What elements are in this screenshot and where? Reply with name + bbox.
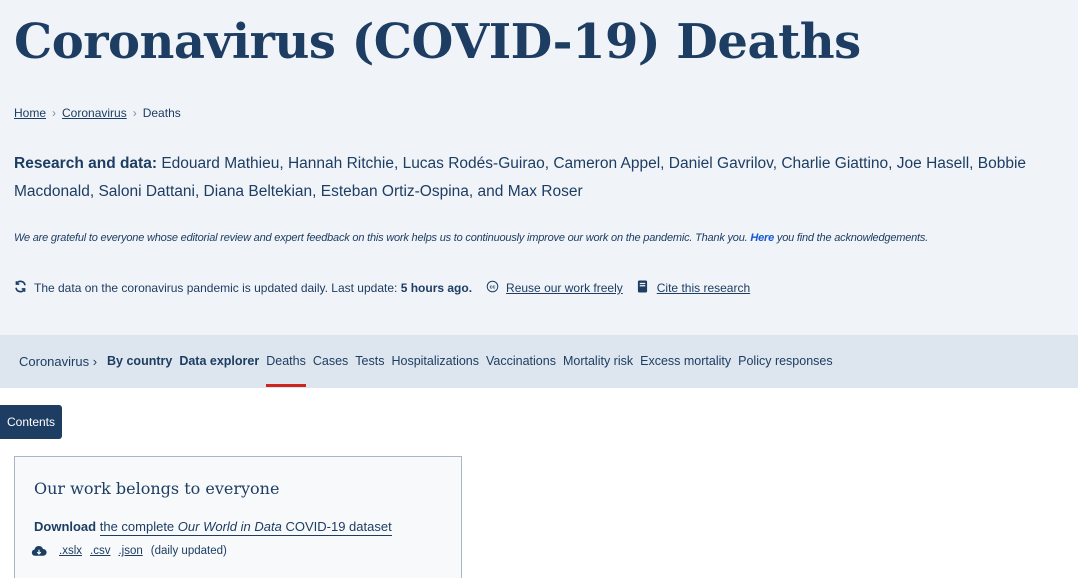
download-json-link[interactable]: .json bbox=[118, 545, 142, 557]
download-card: Our work belongs to everyone Download th… bbox=[14, 456, 462, 578]
authors-names: Edouard Mathieu, Hannah Ritchie, Lucas R… bbox=[14, 155, 1027, 200]
page-title: Coronavirus (COVID-19) Deaths bbox=[14, 14, 861, 70]
dataset-link-text: the complete bbox=[99, 519, 175, 534]
breadcrumb-current: Deaths bbox=[142, 106, 181, 120]
update-bar: The data on the coronavirus pandemic is … bbox=[14, 280, 750, 296]
dataset-link-italic: Our World in Data bbox=[177, 519, 282, 534]
acknowledgement-note: We are grateful to everyone whose editor… bbox=[14, 232, 928, 244]
acknowledgement-text-after: you find the acknowledgements. bbox=[776, 232, 929, 244]
dataset-link-text-after: COVID-19 dataset bbox=[285, 519, 392, 534]
acknowledgement-text: We are grateful to everyone whose editor… bbox=[14, 232, 748, 244]
acknowledgement-link[interactable]: Here bbox=[750, 232, 774, 244]
refresh-icon bbox=[14, 280, 28, 296]
subnav-item-vaccinations[interactable]: Vaccinations bbox=[486, 354, 556, 369]
subnav-item-hospitalizations[interactable]: Hospitalizations bbox=[391, 354, 479, 369]
reuse-link[interactable]: Reuse our work freely bbox=[506, 281, 623, 295]
creative-commons-icon: cc bbox=[486, 280, 500, 296]
download-line: Download the complete Our World in Data … bbox=[34, 519, 392, 536]
download-xslx-link[interactable]: .xslx bbox=[59, 545, 82, 557]
subnav-item-cases[interactable]: Cases bbox=[313, 354, 348, 369]
contents-button[interactable]: Contents bbox=[0, 405, 62, 439]
update-time: 5 hours ago. bbox=[400, 281, 473, 295]
authors-line: Research and data: Edouard Mathieu, Hann… bbox=[14, 150, 1078, 206]
subnav-item-policy-responses[interactable]: Policy responses bbox=[738, 354, 833, 369]
daily-updated-note: (daily updated) bbox=[150, 545, 227, 557]
cite-link[interactable]: Cite this research bbox=[657, 281, 750, 295]
subnav-root-link[interactable]: Coronavirus › bbox=[19, 354, 97, 369]
breadcrumb-home-link[interactable]: Home bbox=[14, 106, 46, 120]
svg-text:cc: cc bbox=[490, 285, 496, 291]
subnav-items: Coronavirus › By country Data explorer D… bbox=[19, 354, 840, 387]
subnav-item-mortality-risk[interactable]: Mortality risk bbox=[563, 354, 633, 369]
breadcrumb-separator: › bbox=[132, 106, 137, 120]
download-label: Download bbox=[34, 519, 97, 534]
breadcrumb-coronavirus-link[interactable]: Coronavirus bbox=[62, 106, 127, 120]
subnav-item-excess-mortality[interactable]: Excess mortality bbox=[640, 354, 731, 369]
subnav-item-data-explorer[interactable]: Data explorer bbox=[179, 354, 259, 369]
subnav-item-tests[interactable]: Tests bbox=[355, 354, 384, 369]
topic-subnav: Coronavirus › By country Data explorer D… bbox=[0, 335, 1078, 388]
subnav-item-deaths[interactable]: Deaths bbox=[266, 354, 306, 387]
complete-dataset-link[interactable]: the complete Our World in Data COVID-19 … bbox=[99, 519, 392, 536]
format-links: .xslx .csv .json (daily updated) bbox=[31, 545, 227, 557]
breadcrumb-separator: › bbox=[52, 106, 57, 120]
authors-label: Research and data: bbox=[14, 155, 157, 172]
article-header: Coronavirus (COVID-19) Deaths Home › Coron… bbox=[0, 0, 1078, 335]
subnav-item-by-country[interactable]: By country bbox=[107, 354, 172, 369]
book-icon bbox=[637, 280, 651, 296]
card-title: Our work belongs to everyone bbox=[34, 479, 280, 498]
update-text: The data on the coronavirus pandemic is … bbox=[34, 281, 398, 295]
cloud-download-icon bbox=[31, 545, 47, 556]
breadcrumb: Home › Coronavirus › Deaths bbox=[14, 106, 181, 120]
download-csv-link[interactable]: .csv bbox=[90, 545, 110, 557]
